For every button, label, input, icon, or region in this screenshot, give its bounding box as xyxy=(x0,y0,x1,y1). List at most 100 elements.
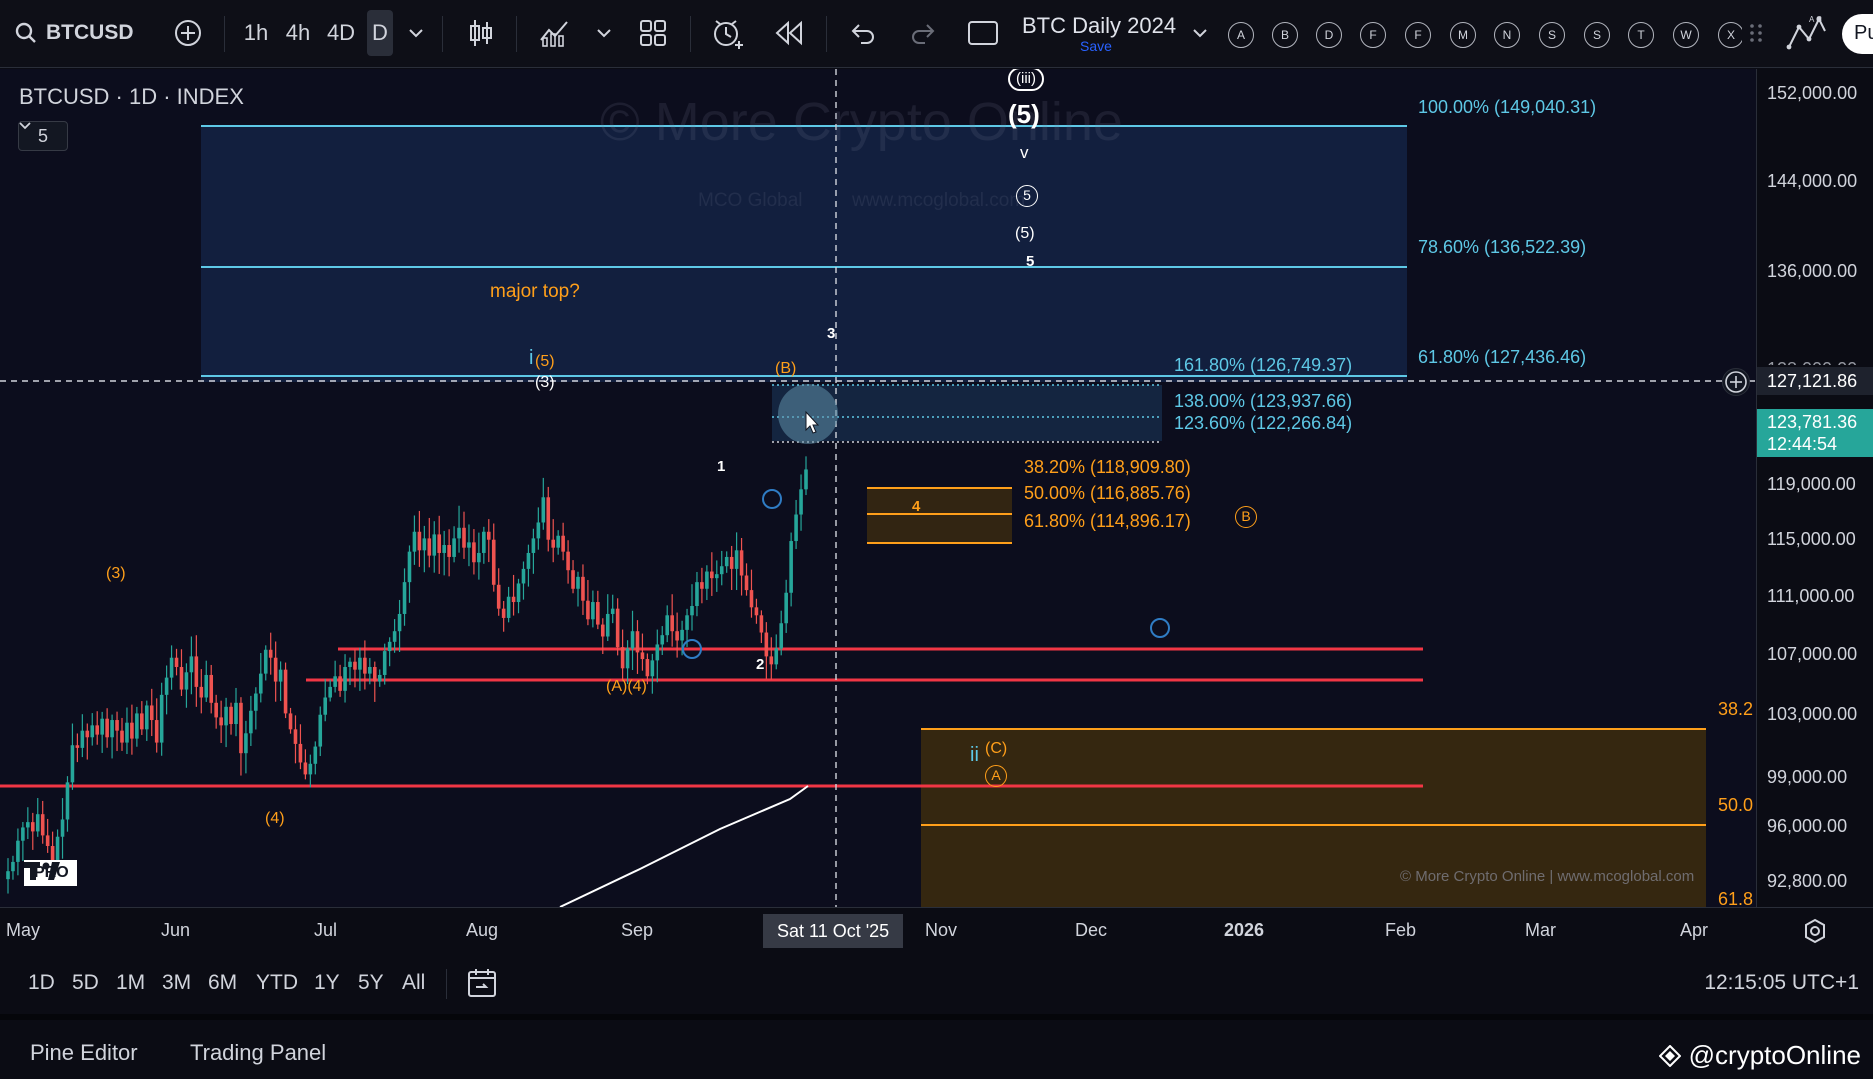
chart-credit: © More Crypto Online | www.mcoglobal.com xyxy=(1400,868,1695,885)
candle-body xyxy=(452,538,456,557)
interval-4d[interactable]: 4D xyxy=(322,10,360,56)
drawing-letter-n[interactable]: N xyxy=(1494,22,1520,48)
range-divider xyxy=(446,969,447,999)
fib-label-618: 61.80% (114,896.17) xyxy=(1024,511,1191,531)
candle-body xyxy=(457,527,461,539)
layout-dropdown[interactable] xyxy=(1188,10,1212,56)
fullscreen-button[interactable] xyxy=(966,10,1000,56)
wave-label-i: i xyxy=(529,347,534,369)
candle-body xyxy=(45,835,50,847)
moving-average-line xyxy=(559,785,809,907)
wave-label-5-paren: (5) xyxy=(1015,225,1035,242)
indicators-legend-toggle[interactable]: 5 xyxy=(18,121,68,151)
tv-logo-icon xyxy=(24,862,60,880)
layout-title[interactable]: BTC Daily 2024 xyxy=(1022,13,1176,39)
pattern-tool-button[interactable]: A C xyxy=(1784,10,1830,56)
drawing-letter-a[interactable]: A xyxy=(1228,22,1254,48)
bottom-panel-tabs: Pine Editor Trading Panel @cryptoOnline xyxy=(0,1014,1873,1079)
drag-handle[interactable] xyxy=(1742,10,1770,56)
candle-body xyxy=(531,538,536,553)
drawing-letter-s2[interactable]: S xyxy=(1584,22,1610,48)
tradingview-logo[interactable]: PRO xyxy=(24,860,77,886)
add-alert-plus-button[interactable] xyxy=(1722,368,1750,396)
range-1y[interactable]: 1Y xyxy=(314,971,340,995)
time-tick: Jun xyxy=(161,920,191,940)
range-3m[interactable]: 3M xyxy=(162,971,191,995)
wave-label-3-paren-left: (3) xyxy=(106,565,126,582)
candle-body xyxy=(620,647,625,669)
undo-button[interactable] xyxy=(848,10,878,56)
drawing-letter-s[interactable]: S xyxy=(1539,22,1565,48)
range-5y[interactable]: 5Y xyxy=(358,971,384,995)
drawing-letter-f2[interactable]: F xyxy=(1405,22,1431,48)
candle-body xyxy=(625,648,630,669)
candle-body xyxy=(135,713,139,739)
candle-body xyxy=(526,552,531,569)
candle-body xyxy=(467,542,471,548)
candle-body xyxy=(605,613,610,637)
price-axis[interactable]: 152,000.00 144,000.00 136,000.00 128,000… xyxy=(1756,69,1873,907)
candle-body xyxy=(437,534,442,553)
range-1m[interactable]: 1M xyxy=(116,971,145,995)
price-tick: 119,000.00 xyxy=(1767,474,1856,494)
chart-legend-title[interactable]: BTCUSD · 1D · INDEX xyxy=(19,84,244,110)
tab-trading-panel[interactable]: Trading Panel xyxy=(190,1040,326,1066)
tab-pine-editor[interactable]: Pine Editor xyxy=(30,1040,138,1066)
toolbar-divider xyxy=(826,16,827,52)
alert-button[interactable] xyxy=(710,10,746,56)
candle-body xyxy=(541,497,546,523)
range-1d[interactable]: 1D xyxy=(28,971,55,995)
range-5d[interactable]: 5D xyxy=(72,971,99,995)
chart-pane[interactable]: © More Crypto Online MCO Global www.mcog… xyxy=(0,69,1756,907)
candle-body xyxy=(690,606,694,616)
candle-body xyxy=(382,651,387,675)
candle-body xyxy=(387,641,392,652)
indicators-dropdown[interactable] xyxy=(592,10,616,56)
price-tick: 96,000.00 xyxy=(1767,816,1848,836)
rewind-icon xyxy=(775,20,802,46)
drawing-letter-w[interactable]: W xyxy=(1673,22,1699,48)
indicators-button[interactable] xyxy=(538,10,572,56)
candle-body xyxy=(739,550,744,576)
wave-target-circle xyxy=(1150,618,1170,638)
drawing-letter-x[interactable]: X xyxy=(1718,22,1744,48)
candle-body xyxy=(749,590,754,608)
candle-type-button[interactable] xyxy=(466,10,496,56)
candle-body xyxy=(105,718,109,738)
range-6m[interactable]: 6M xyxy=(208,971,237,995)
candle-body xyxy=(283,669,288,714)
goto-date-button[interactable] xyxy=(466,967,498,1004)
layout-save-link[interactable]: Save xyxy=(1080,38,1112,54)
chart-settings-button[interactable] xyxy=(1802,918,1828,949)
symbol-search-button[interactable]: BTCUSD xyxy=(14,10,134,56)
candle-body xyxy=(372,667,377,682)
utc-clock[interactable]: 12:15:05 UTC+1 xyxy=(1704,971,1859,995)
candle-body xyxy=(268,649,273,658)
interval-4h[interactable]: 4h xyxy=(280,10,316,56)
time-axis[interactable]: May Jun Jul Aug Sep Sat 11 Oct '25 Nov D… xyxy=(0,907,1873,953)
drawing-letter-m[interactable]: M xyxy=(1450,22,1476,48)
range-all[interactable]: All xyxy=(402,971,425,995)
drawing-letter-f[interactable]: F xyxy=(1360,22,1386,48)
layout-grid-button[interactable] xyxy=(638,10,668,56)
interval-1h[interactable]: 1h xyxy=(238,10,274,56)
compare-symbol-button[interactable] xyxy=(170,10,206,56)
interval-d[interactable]: D xyxy=(367,10,393,56)
candle-body xyxy=(21,827,25,841)
interval-dropdown[interactable] xyxy=(404,10,428,56)
candle-body xyxy=(442,545,446,553)
candle-body xyxy=(591,602,595,620)
candle-body xyxy=(229,706,233,725)
candle-body xyxy=(377,674,382,682)
publish-button[interactable]: Pu xyxy=(1842,14,1873,54)
candle-body xyxy=(685,615,689,630)
replay-button[interactable] xyxy=(774,10,804,56)
drawing-letter-d[interactable]: D xyxy=(1316,22,1342,48)
drawing-letter-t[interactable]: T xyxy=(1628,22,1654,48)
candle-body xyxy=(50,846,55,861)
redo-button[interactable] xyxy=(908,10,938,56)
range-ytd[interactable]: YTD xyxy=(256,971,298,995)
toolbar-divider xyxy=(516,16,517,52)
drawing-letter-b[interactable]: B xyxy=(1272,22,1298,48)
candle-body xyxy=(11,861,15,872)
